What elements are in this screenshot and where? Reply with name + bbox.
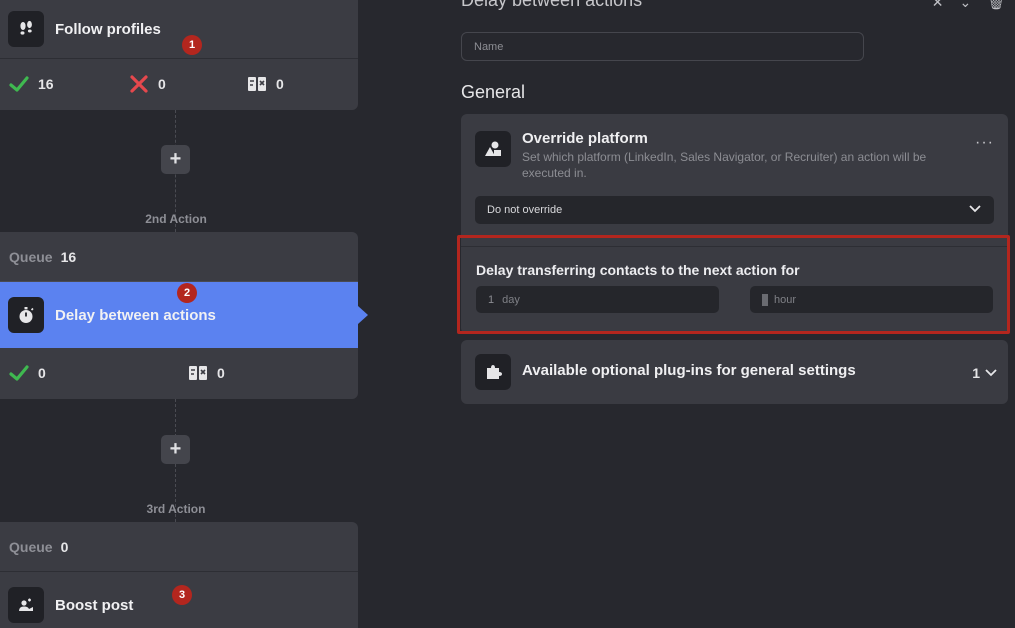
section-title-general: General	[461, 82, 526, 102]
stat-success[interactable]: 0	[8, 362, 46, 384]
success-count: 16	[38, 76, 54, 92]
action-stats: 0 0	[0, 348, 358, 398]
select-value: Do not override	[487, 204, 563, 216]
stopwatch-icon	[8, 297, 44, 333]
boost-post-icon	[8, 587, 44, 623]
footsteps-icon	[8, 11, 44, 47]
skipped-count: 0	[276, 76, 284, 92]
action-card-follow-profiles[interactable]: Follow profiles 1 16 0 0	[0, 0, 358, 110]
name-input[interactable]	[461, 32, 864, 61]
platform-shapes-icon	[475, 131, 511, 167]
queue-row: Queue 0	[0, 522, 358, 571]
stat-skipped[interactable]: 0	[246, 73, 284, 95]
queue-label: Queue	[9, 248, 53, 265]
queue-value: 16	[60, 248, 77, 265]
add-action-button[interactable]: +	[161, 145, 190, 174]
selected-action-row[interactable]: Delay between actions 2	[0, 282, 368, 348]
stat-skipped[interactable]: 0	[187, 362, 225, 384]
add-action-button[interactable]: +	[161, 435, 190, 464]
checkmark-icon	[9, 76, 29, 92]
queue-value: 0	[60, 538, 69, 555]
step-label-2nd: 2nd Action	[145, 212, 207, 226]
plugins-count-toggle[interactable]: 1	[972, 365, 998, 381]
failed-count: 0	[158, 76, 166, 92]
chevron-down-icon	[985, 369, 997, 377]
chevron-down-icon[interactable]: ⌄	[959, 0, 971, 11]
plugins-count: 1	[972, 365, 980, 381]
override-description: Set which platform (LinkedIn, Sales Navi…	[522, 150, 927, 180]
checkmark-icon	[9, 365, 29, 381]
success-count: 0	[38, 365, 46, 381]
more-options-icon[interactable]: ···	[975, 134, 994, 152]
queue-row: Queue 16	[0, 232, 358, 281]
stat-failed[interactable]: 0	[128, 73, 166, 95]
highlight-box	[457, 235, 1010, 334]
close-icon[interactable]: ✕	[932, 0, 944, 11]
queue-label: Queue	[9, 538, 53, 555]
panel-title: Delay between actions	[461, 0, 643, 10]
skip-flag-icon	[189, 366, 207, 380]
action-card-delay[interactable]: Queue 16 Delay between actions 2 0 0	[0, 232, 368, 399]
plugins-box[interactable]: Available optional plug-ins for general …	[461, 340, 1008, 404]
workflow-canvas: Follow profiles 1 16 0 0 + 2nd Action Qu…	[0, 0, 368, 628]
panel-toolbar: ✕ ⌄ 🗑	[932, 0, 1005, 11]
plugins-title: Available optional plug-ins for general …	[522, 362, 856, 379]
skip-flag-icon	[248, 77, 266, 91]
trash-icon[interactable]: 🗑	[987, 0, 1005, 11]
stat-success[interactable]: 16	[8, 73, 54, 95]
chevron-down-icon	[969, 205, 981, 213]
action-title: Delay between actions	[55, 306, 216, 324]
action-settings-panel: Delay between actions ✕ ⌄ 🗑 General Over…	[358, 0, 1015, 628]
action-title: Follow profiles	[55, 20, 161, 38]
puzzle-icon	[475, 354, 511, 390]
step-badge: 3	[172, 585, 192, 605]
step-label-3rd: 3rd Action	[146, 502, 206, 516]
cross-icon	[130, 75, 148, 93]
override-title: Override platform	[522, 130, 648, 147]
action-stats: 16 0 0	[0, 59, 358, 109]
step-badge: 1	[182, 35, 202, 55]
platform-select[interactable]: Do not override	[475, 196, 994, 224]
skipped-count: 0	[217, 365, 225, 381]
action-card-boost-post[interactable]: Queue 0 Boost post 3	[0, 522, 358, 628]
action-title: Boost post	[55, 596, 134, 614]
step-badge: 2	[177, 283, 197, 303]
